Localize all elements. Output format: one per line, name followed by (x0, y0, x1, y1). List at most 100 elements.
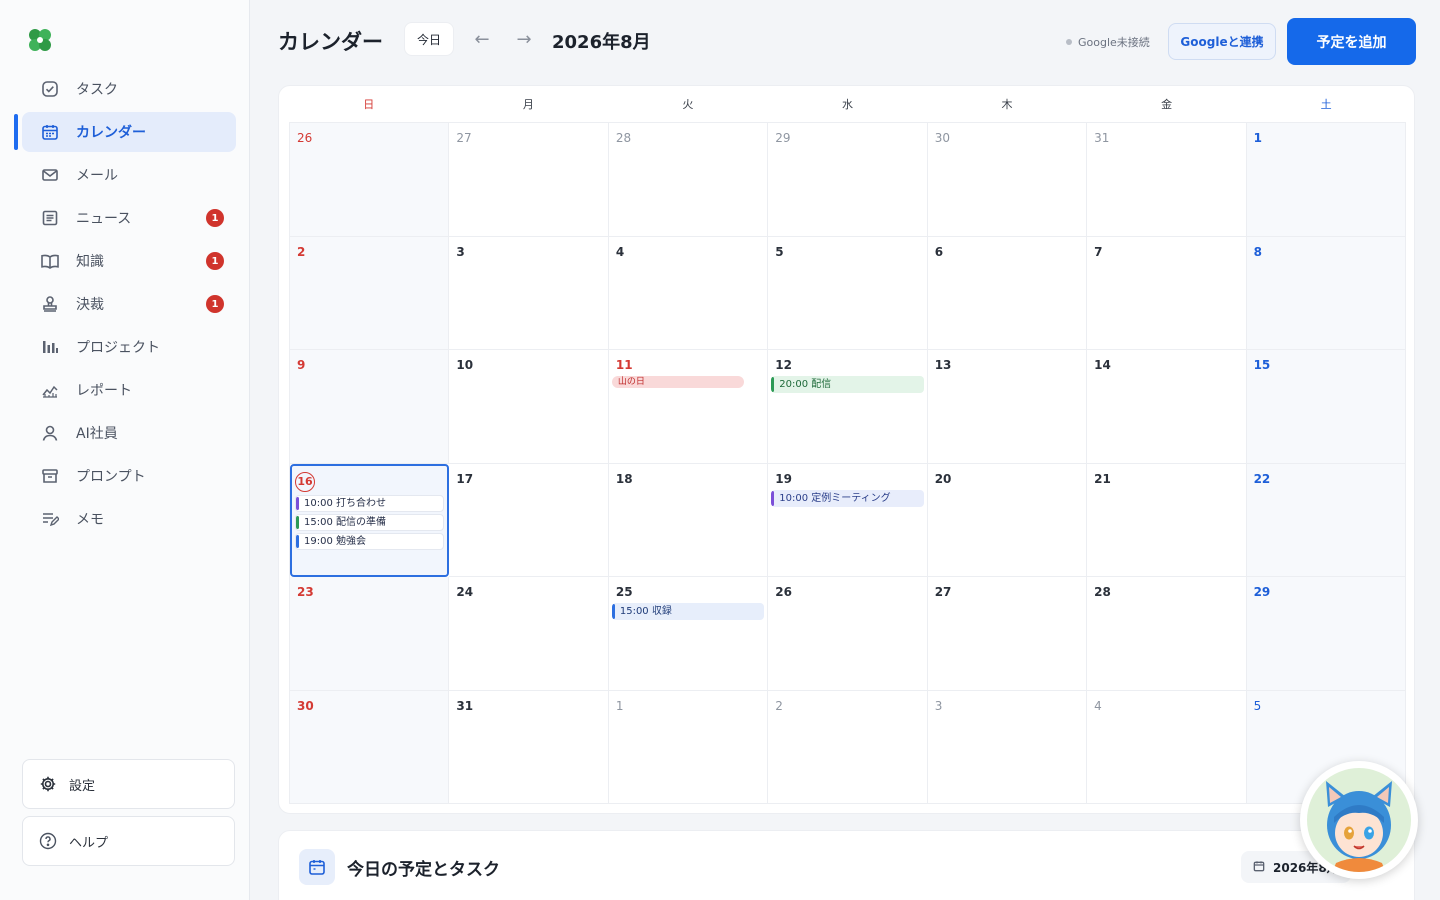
calendar-day[interactable]: 3 (449, 236, 609, 350)
day-number: 20 (934, 471, 952, 486)
sidebar-item-memo[interactable]: メモ (22, 499, 236, 539)
event-chip[interactable]: 10:00 定例ミーティング (771, 489, 924, 507)
calendar-day[interactable]: 26 (290, 123, 450, 237)
event-chip[interactable]: 15:00 配信の準備 (295, 513, 445, 531)
calendar-day[interactable]: 31 (1087, 123, 1247, 237)
sidebar-item-knowledge[interactable]: 知識 1 (22, 241, 236, 281)
calendar-day[interactable]: 18 (608, 463, 769, 577)
calendar-day[interactable]: 7 (1087, 236, 1247, 350)
calendar-day[interactable]: 29 (1246, 577, 1406, 691)
calendar-day[interactable]: 28 (608, 123, 769, 237)
arrow-left-icon[interactable]: ← (472, 28, 492, 50)
sidebar-item-project[interactable]: プロジェクト (22, 327, 236, 367)
bar-chart-icon (40, 337, 60, 357)
calendar-day[interactable]: 28 (1087, 577, 1247, 691)
calendar-day[interactable]: 21 (1087, 463, 1247, 577)
day-number: 30 (934, 131, 950, 145)
calendar-day[interactable]: 2 (290, 236, 450, 350)
main-area: カレンダー 今日 ← → 2026年8月 Google未接続 Googleと連携… (250, 0, 1440, 900)
calendar-day[interactable]: 31 (449, 690, 609, 804)
weekday-label: 火 (682, 98, 694, 111)
line-chart-icon (40, 380, 60, 400)
calendar-day-today[interactable]: 16 10:00 打ち合わせ 15:00 配信の準備 19:00 勉強会 (290, 463, 450, 577)
calendar-day[interactable]: 22 (1246, 463, 1406, 577)
day-number: 6 (934, 244, 944, 259)
arrow-right-icon[interactable]: → (514, 28, 534, 50)
day-number: 30 (297, 698, 314, 713)
calendar-day[interactable]: 15 (1246, 350, 1406, 464)
day-number: 31 (1094, 131, 1110, 145)
sidebar-nav: タスク カレンダー メール ニュース 1 知識 1 決裁 1 プロジェクト レポ… (0, 66, 250, 542)
calendar-day[interactable]: 12 20:00 配信 (768, 350, 928, 464)
day-number: 27 (456, 131, 472, 145)
calendar-day[interactable]: 30 (290, 690, 450, 804)
event-chip[interactable]: 20:00 配信 (771, 376, 924, 393)
event-chip[interactable]: 10:00 打ち合わせ (295, 494, 445, 512)
calendar-day[interactable]: 20 (927, 463, 1088, 577)
today-panel-title: 今日の予定とタスク (347, 860, 500, 880)
calendar-day[interactable]: 5 (768, 236, 928, 350)
sidebar-item-label: カレンダー (76, 125, 146, 141)
archive-icon (40, 466, 60, 486)
day-number: 10 (456, 358, 474, 372)
calendar-day[interactable]: 23 (290, 577, 450, 691)
clover-logo-icon[interactable] (26, 26, 54, 54)
check-square-icon (40, 79, 60, 99)
sidebar-item-approval[interactable]: 決裁 1 (22, 284, 236, 324)
help-button[interactable]: ヘルプ (22, 816, 235, 866)
day-number: 14 (1094, 358, 1111, 372)
event-chip[interactable]: 19:00 勉強会 (295, 532, 445, 550)
day-number: 15 (1253, 358, 1271, 372)
settings-button[interactable]: 設定 (22, 759, 235, 809)
calendar-day[interactable]: 8 (1246, 236, 1406, 350)
sidebar-item-prompt[interactable]: プロンプト (22, 456, 236, 496)
calendar-card: 日 月 火 水 木 金 土 26 27 28 29 30 31 1 2 3 4 5 6 7 8 9 10 11 山… (278, 85, 1415, 814)
calendar-icon (299, 849, 335, 885)
add-event-button[interactable]: 予定を追加 (1287, 18, 1416, 65)
event-chip[interactable]: 15:00 収録 (611, 603, 765, 620)
day-number: 5 (1253, 698, 1262, 713)
calendar-day[interactable]: 10 (449, 350, 609, 464)
sidebar-item-calendar[interactable]: カレンダー (14, 112, 236, 152)
google-connect-button[interactable]: Googleと連携 (1168, 23, 1276, 60)
day-number: 25 (615, 585, 633, 599)
sidebar-item-report[interactable]: レポート (22, 370, 236, 410)
calendar-day[interactable]: 27 (927, 577, 1088, 691)
event-list: 10:00 定例ミーティング (771, 489, 924, 507)
calendar-day[interactable]: 13 (927, 350, 1088, 464)
assistant-avatar[interactable] (1300, 761, 1418, 879)
calendar-day[interactable]: 26 (768, 577, 928, 691)
calendar-day[interactable]: 4 (1087, 690, 1247, 804)
day-number: 16 (295, 471, 315, 492)
today-button[interactable]: 今日 (404, 22, 454, 56)
calendar-day[interactable]: 27 (449, 123, 609, 237)
calendar-day[interactable]: 2 (768, 690, 928, 804)
day-number: 3 (456, 244, 465, 259)
stamp-icon (40, 294, 60, 314)
calendar-day[interactable]: 25 15:00 収録 (608, 577, 769, 691)
calendar-day[interactable]: 14 (1087, 350, 1247, 464)
notification-badge: 1 (206, 209, 224, 227)
sidebar-item-mail[interactable]: メール (22, 155, 236, 195)
weekday-label: 土 (1320, 98, 1332, 111)
sidebar-item-label: プロジェクト (76, 340, 160, 356)
calendar-day[interactable]: 1 (1246, 123, 1406, 237)
sidebar-item-label: メール (76, 168, 118, 184)
calendar-day[interactable]: 29 (768, 123, 928, 237)
calendar-day[interactable]: 4 (608, 236, 769, 350)
sidebar-item-ai-staff[interactable]: AI社員 (22, 413, 236, 453)
sidebar-item-news[interactable]: ニュース 1 (22, 198, 236, 238)
book-icon (40, 251, 60, 271)
calendar-day[interactable]: 11 山の日 (608, 350, 769, 464)
calendar-day[interactable]: 6 (927, 236, 1088, 350)
calendar-day[interactable]: 17 (449, 463, 609, 577)
calendar-day[interactable]: 9 (290, 350, 450, 464)
calendar-day[interactable]: 19 10:00 定例ミーティング (768, 463, 928, 577)
sidebar: タスク カレンダー メール ニュース 1 知識 1 決裁 1 プロジェクト レポ… (0, 0, 250, 900)
calendar-day[interactable]: 24 (449, 577, 609, 691)
calendar-day[interactable]: 3 (927, 690, 1088, 804)
calendar-day[interactable]: 1 (608, 690, 769, 804)
day-number: 26 (297, 131, 313, 145)
sidebar-item-tasks[interactable]: タスク (22, 69, 236, 109)
calendar-day[interactable]: 30 (927, 123, 1088, 237)
